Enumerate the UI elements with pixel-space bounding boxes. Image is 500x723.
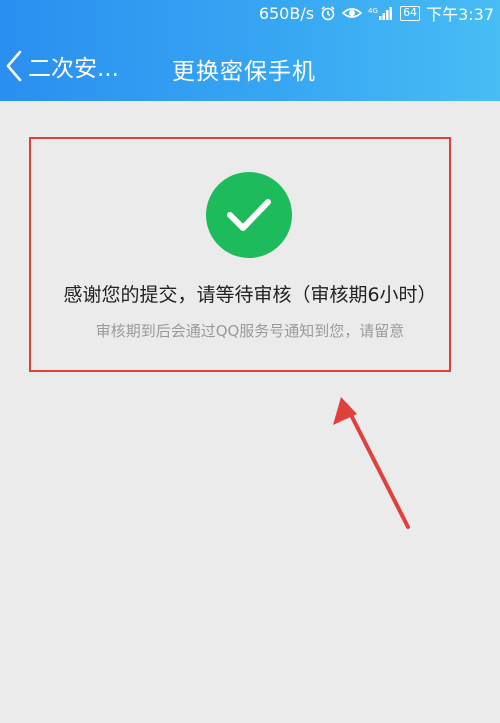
review-note: 审核期到后会通过QQ服务号通知到您，请留意 <box>95 322 405 340</box>
net-speed: 650B/s <box>258 3 315 23</box>
submission-message: 感谢您的提交，请等待审核（审核期6小时） <box>63 284 437 306</box>
signal-icon: 4G <box>368 5 394 21</box>
status-time: 下午3:37 <box>426 5 494 24</box>
back-button[interactable]: 二次安... <box>4 44 119 88</box>
back-label: 二次安... <box>28 56 119 82</box>
checkmark-icon <box>206 172 292 258</box>
battery-level: 64 <box>403 6 418 19</box>
navigation-bar: 二次安... 更换密保手机 <box>0 40 500 96</box>
chevron-left-icon <box>4 49 24 83</box>
header-bar: 650B/s 4G 64 下午3:37 二次安... 更换密保手机 <box>0 0 500 101</box>
battery-icon: 64 <box>400 5 421 21</box>
status-bar: 650B/s 4G 64 下午3:37 <box>0 0 500 26</box>
eye-icon <box>342 5 363 21</box>
page-title: 更换密保手机 <box>172 59 316 85</box>
alarm-icon <box>320 5 336 21</box>
network-type: 4G <box>368 7 378 15</box>
status-icons: 650B/s 4G 64 下午3:37 <box>258 3 494 25</box>
